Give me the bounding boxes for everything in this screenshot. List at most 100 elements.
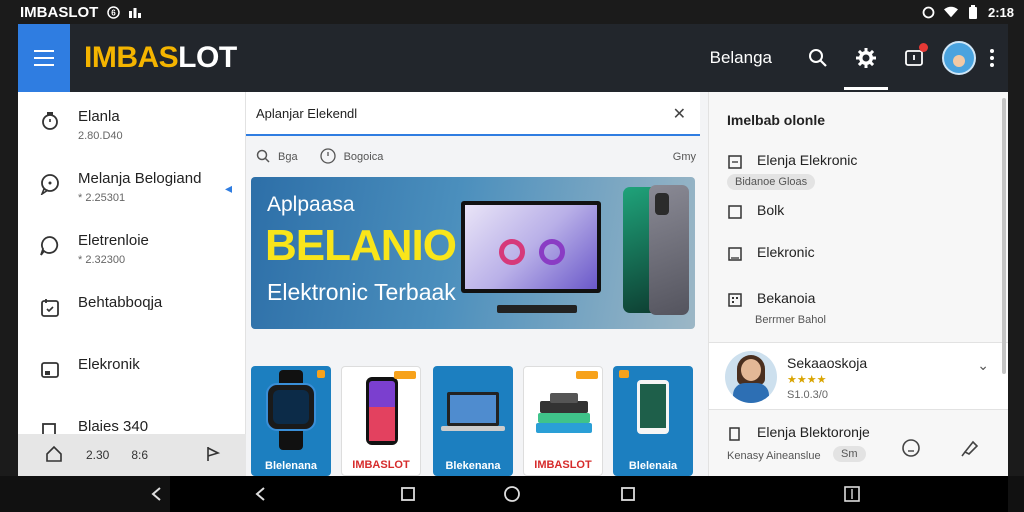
right-panel-title: Imelbab olonle bbox=[727, 112, 826, 128]
sidebar-item-label: Melanja Belogiand bbox=[78, 170, 202, 187]
checkbox-icon[interactable] bbox=[727, 204, 743, 220]
watch-icon bbox=[38, 110, 62, 134]
sidebar-bottom-text-1: 2.30 bbox=[86, 448, 110, 462]
sidebar-bottom-bar: 2.30 8:6 bbox=[18, 434, 246, 476]
monitor-image bbox=[461, 201, 601, 293]
product-card-label: Blelenana bbox=[265, 460, 317, 472]
notifications-button[interactable] bbox=[890, 24, 938, 92]
home-circle-icon[interactable] bbox=[502, 484, 522, 504]
vpn-icon bbox=[922, 5, 936, 19]
seller-rating: ★★★★ bbox=[787, 374, 827, 386]
right-item-4[interactable]: Bekanoia bbox=[727, 290, 997, 308]
filter-chip-1[interactable]: Bga bbox=[278, 151, 298, 163]
more-options-icon[interactable] bbox=[982, 49, 1002, 67]
search-icon bbox=[809, 49, 827, 67]
user-avatar[interactable] bbox=[942, 41, 976, 75]
status-app-name: IMBASLOT bbox=[20, 3, 99, 21]
chat-icon bbox=[38, 172, 62, 196]
chevron-down-icon[interactable]: ⌄ bbox=[977, 357, 989, 374]
document-icon bbox=[727, 246, 743, 262]
close-icon[interactable]: ✕ bbox=[673, 104, 686, 124]
bookmark-small-icon bbox=[727, 426, 743, 442]
product-card-label: Blekenana bbox=[445, 460, 501, 472]
sidebar-item-label: Eletrenloie bbox=[78, 232, 149, 249]
app-window: IMBASLOT Belanga Elanla 2.80.D40 Melanja… bbox=[18, 24, 1008, 476]
right-item-1[interactable]: Elenja Elekronic bbox=[727, 152, 997, 170]
product-card-accessories[interactable]: IMBASLOT bbox=[523, 366, 603, 476]
sidebar-bottom-text-2: 8:6 bbox=[131, 448, 149, 462]
search-small-icon[interactable] bbox=[256, 149, 270, 166]
hamburger-menu-button[interactable] bbox=[18, 24, 70, 92]
right-item-label: Elenja Elekronic bbox=[757, 152, 858, 168]
tablet-image bbox=[637, 380, 669, 434]
product-card-label: IMBASLOT bbox=[352, 459, 410, 471]
home-outline-icon[interactable] bbox=[44, 444, 64, 467]
sidebar-item-melanja[interactable]: Melanja Belogiand * 2.25301 ◂ bbox=[18, 158, 246, 216]
pin-icon[interactable] bbox=[959, 436, 981, 463]
battery-icon bbox=[966, 5, 980, 19]
recents-square-icon[interactable] bbox=[398, 484, 418, 504]
product-card-label: IMBASLOT bbox=[534, 459, 592, 471]
promo-banner[interactable]: Aplpaasa BELANIO Elektronic Terbaak bbox=[251, 177, 695, 329]
sidebar-item-sub: * 2.32300 bbox=[78, 254, 126, 266]
filter-right-label[interactable]: Gmy bbox=[673, 151, 696, 163]
calendar-icon bbox=[38, 296, 62, 320]
right-item-label: Bolk bbox=[757, 202, 785, 218]
product-card-laptop[interactable]: Blekenana bbox=[433, 366, 513, 476]
sidebar-item-sub: 2.80.D40 bbox=[78, 130, 123, 142]
main-content: Aplanjar Elekendl ✕ Bga Bogoica Gmy Aplp… bbox=[246, 92, 708, 476]
smiley-icon[interactable] bbox=[901, 438, 921, 463]
card-tag bbox=[317, 370, 325, 378]
seller-profile-card[interactable]: Sekaaoskoja ★★★★ S1.0.3/0 ⌄ bbox=[709, 342, 1008, 410]
signal-bars-icon bbox=[128, 5, 142, 19]
chevron-left-icon[interactable]: ◂ bbox=[225, 180, 232, 197]
right-item-3[interactable]: Elekronic bbox=[727, 244, 997, 262]
logo-part-2: LOT bbox=[178, 41, 237, 74]
sidebar-item-eletrenloie[interactable]: Eletrenloie * 2.32300 bbox=[18, 220, 246, 278]
sidebar-item-elanla[interactable]: Elanla 2.80.D40 bbox=[18, 96, 246, 154]
product-card-phone[interactable]: IMBASLOT bbox=[341, 366, 421, 476]
card-tag bbox=[576, 371, 598, 379]
seller-value: S1.0.3/0 bbox=[787, 389, 828, 401]
flag-icon[interactable] bbox=[204, 445, 222, 466]
sidebar-item-elekronik[interactable]: Elekronik bbox=[18, 344, 246, 402]
right-item-5[interactable]: Elenja Blektoronje bbox=[727, 424, 997, 442]
status-time: 2:18 bbox=[987, 4, 1014, 20]
right-item-label: Elekronic bbox=[757, 244, 815, 260]
right-item-1-pill: Bidanoe Gloas bbox=[727, 174, 816, 190]
app-logo[interactable]: IMBASLOT bbox=[84, 41, 237, 75]
right-panel: Imelbab olonle Elenja Elekronic Bidanoe … bbox=[708, 92, 1008, 476]
clock-icon[interactable] bbox=[319, 147, 336, 167]
search-input[interactable]: Aplanjar Elekendl bbox=[256, 106, 357, 121]
search-bar[interactable]: Aplanjar Elekendl ✕ bbox=[246, 92, 700, 136]
banner-line-1: Aplpaasa bbox=[267, 193, 355, 216]
speech-bubble-icon bbox=[38, 234, 62, 258]
right-panel-scrollbar[interactable] bbox=[1002, 98, 1006, 374]
list-box-icon bbox=[727, 154, 743, 170]
notification-dot bbox=[919, 43, 928, 52]
product-card-watch[interactable]: Blelenana bbox=[251, 366, 331, 476]
tablet-icon bbox=[38, 358, 62, 382]
product-card-tablet[interactable]: Blelenaia bbox=[613, 366, 693, 476]
right-item-5-pill[interactable]: Sm bbox=[833, 446, 866, 462]
split-screen-icon[interactable] bbox=[842, 484, 862, 504]
smartphone-image bbox=[366, 377, 398, 445]
device-stack-image bbox=[536, 393, 592, 433]
gear-icon bbox=[856, 48, 876, 68]
sidebar-item-sub: * 2.25301 bbox=[78, 192, 126, 204]
banner-line-3: Elektronic Terbaak bbox=[267, 279, 456, 305]
sidebar-item-label: Behtabboqja bbox=[78, 294, 163, 311]
back-icon[interactable] bbox=[146, 484, 166, 504]
settings-button[interactable] bbox=[842, 24, 890, 92]
product-card-label: Blelenaia bbox=[628, 460, 678, 472]
sidebar: Elanla 2.80.D40 Melanja Belogiand * 2.25… bbox=[18, 92, 246, 476]
search-button[interactable] bbox=[794, 24, 842, 92]
back-secondary-icon[interactable] bbox=[250, 484, 270, 504]
right-item-2[interactable]: Bolk bbox=[727, 202, 997, 220]
grid-box-icon bbox=[727, 292, 743, 308]
overview-square-icon[interactable] bbox=[618, 484, 638, 504]
belanja-link[interactable]: Belanga bbox=[710, 48, 772, 68]
filter-chip-2[interactable]: Bogoica bbox=[344, 151, 384, 163]
sidebar-item-behtabboqja[interactable]: Behtabboqja bbox=[18, 282, 246, 340]
logo-part-1: IMBAS bbox=[84, 41, 179, 74]
